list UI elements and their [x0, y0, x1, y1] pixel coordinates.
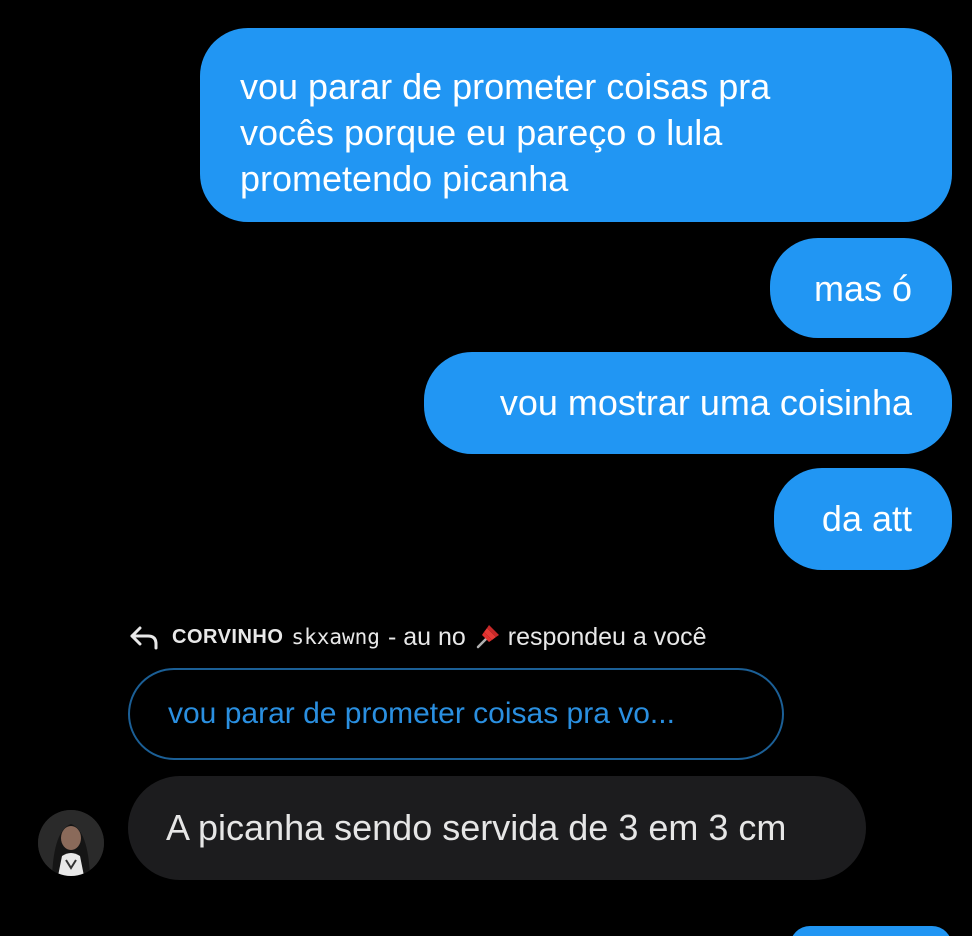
pushpin-icon [476, 625, 499, 649]
received-message-bubble[interactable]: A picanha sendo servida de 3 em 3 cm [128, 776, 866, 880]
received-message-text: A picanha sendo servida de 3 em 3 cm [166, 807, 787, 848]
reply-author-name[interactable]: CORVINHO [172, 626, 283, 649]
sent-message-bubble[interactable]: da att [774, 468, 952, 570]
quoted-message-text: vou parar de prometer coisas pra vo... [168, 697, 675, 730]
reply-action-text: respondeu a você [507, 622, 707, 651]
reply-author-suffix: - au no [387, 622, 466, 651]
sent-message-bubble[interactable]: vou mostrar uma coisinha [424, 352, 952, 454]
reply-header: CORVINHO skxawng - au no respondeu a voc… [128, 618, 707, 656]
sent-message-bubble-partial[interactable] [790, 926, 952, 936]
sent-message-bubble[interactable]: vou parar de prometer coisas pra vocês p… [200, 28, 952, 222]
avatar-image [38, 810, 104, 876]
quoted-message[interactable]: vou parar de prometer coisas pra vo... [128, 668, 784, 760]
sent-message-bubble[interactable]: mas ó [770, 238, 952, 338]
reply-author-handle: skxawng [291, 625, 380, 649]
avatar[interactable] [38, 810, 104, 876]
reply-arrow-icon [130, 626, 158, 650]
